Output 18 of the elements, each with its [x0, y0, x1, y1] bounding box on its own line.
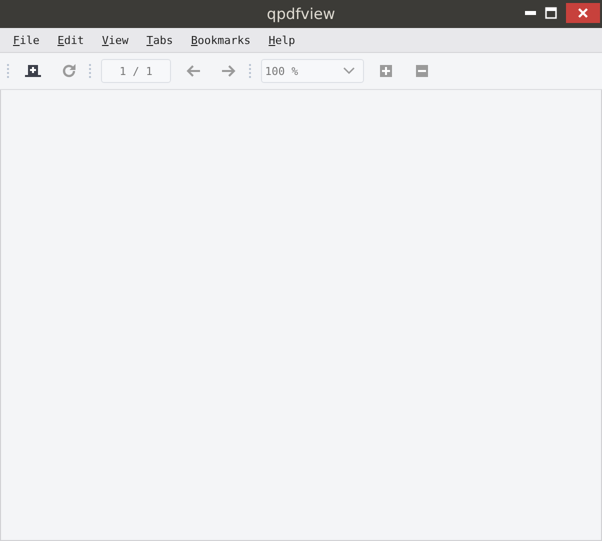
maximize-icon[interactable]	[545, 7, 557, 19]
open-file-icon	[25, 64, 41, 78]
zoom-combo[interactable]: 100 %	[261, 59, 364, 83]
menu-item[interactable]: Help	[260, 32, 304, 48]
chevron-down-icon	[343, 67, 355, 75]
close-icon[interactable]	[566, 3, 600, 23]
menu-item[interactable]: Tabs	[138, 32, 181, 48]
forward-arrow-icon	[221, 64, 237, 78]
zoom-out-icon	[416, 65, 428, 77]
back-arrow-icon	[185, 64, 201, 78]
zoom-in-icon	[380, 65, 392, 77]
menu-item[interactable]: File	[5, 32, 48, 48]
menu-item[interactable]: Bookmarks	[183, 32, 259, 48]
page-field[interactable]: 1 / 1	[101, 59, 171, 83]
reload-icon	[61, 63, 77, 79]
window-title: qpdfview	[266, 5, 336, 23]
menu-item[interactable]: View	[94, 32, 136, 48]
menu-item[interactable]: Edit	[50, 32, 92, 48]
